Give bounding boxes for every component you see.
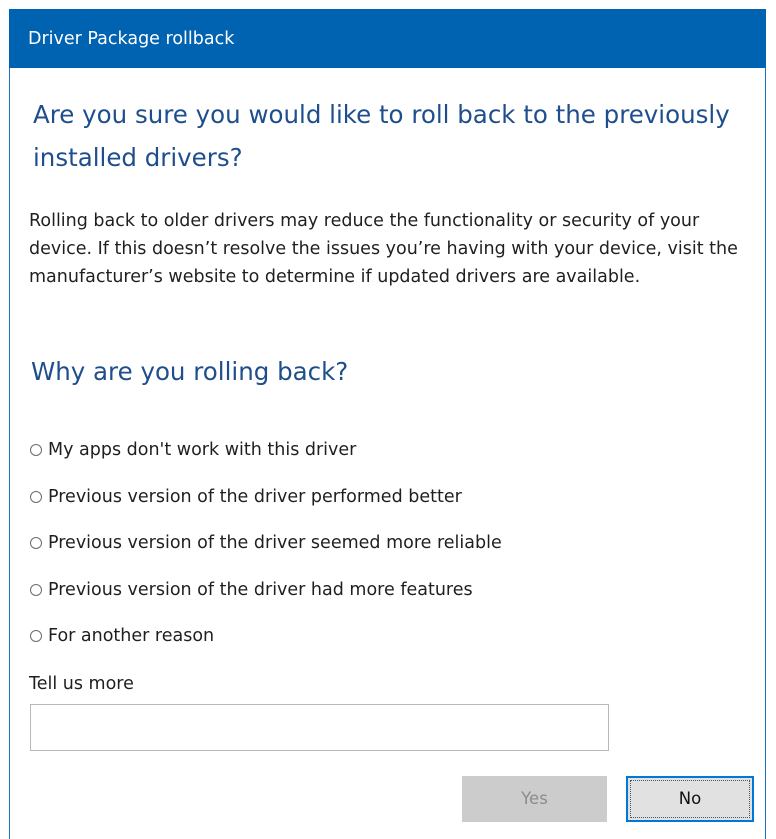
confirmation-heading: Are you sure you would like to roll back… (33, 100, 730, 172)
reason-option-label: For another reason (48, 626, 215, 647)
no-button-focus-rect: No (630, 780, 750, 818)
yes-button-label: Yes (521, 789, 548, 808)
rollback-warning-text: Rolling back to older drivers may reduce… (29, 211, 738, 287)
tell-us-more-label: Tell us more (29, 674, 134, 694)
reason-option-performed-better[interactable]: Previous version of the driver performed… (30, 474, 750, 521)
radio-button[interactable] (30, 630, 42, 643)
reason-option-apps-dont-work[interactable]: My apps don't work with this driver (30, 427, 750, 474)
dialog-title: Driver Package rollback (28, 29, 235, 49)
radio-button[interactable] (30, 490, 42, 503)
rollback-dialog: Driver Package rollback Are you sure you… (9, 9, 766, 839)
reason-option-another-reason[interactable]: For another reason (30, 613, 750, 660)
radio-button[interactable] (30, 583, 42, 596)
reason-option-label: Previous version of the driver had more … (48, 579, 473, 600)
radio-button[interactable] (30, 444, 42, 457)
reason-option-more-reliable[interactable]: Previous version of the driver seemed mo… (30, 520, 750, 567)
reason-option-label: Previous version of the driver performed… (48, 486, 462, 507)
dialog-title-bar: Driver Package rollback (9, 9, 766, 68)
tell-us-more-input[interactable] (30, 704, 609, 751)
reason-option-label: My apps don't work with this driver (48, 440, 357, 461)
yes-button[interactable]: Yes (462, 776, 607, 822)
no-button[interactable]: No (626, 776, 754, 822)
reason-radio-group: My apps don't work with this driver Prev… (30, 427, 750, 660)
reason-heading: Why are you rolling back? (31, 357, 349, 386)
reason-option-label: Previous version of the driver seemed mo… (48, 533, 502, 554)
radio-button[interactable] (30, 537, 42, 550)
reason-option-more-features[interactable]: Previous version of the driver had more … (30, 567, 750, 614)
no-button-label: No (678, 789, 702, 808)
